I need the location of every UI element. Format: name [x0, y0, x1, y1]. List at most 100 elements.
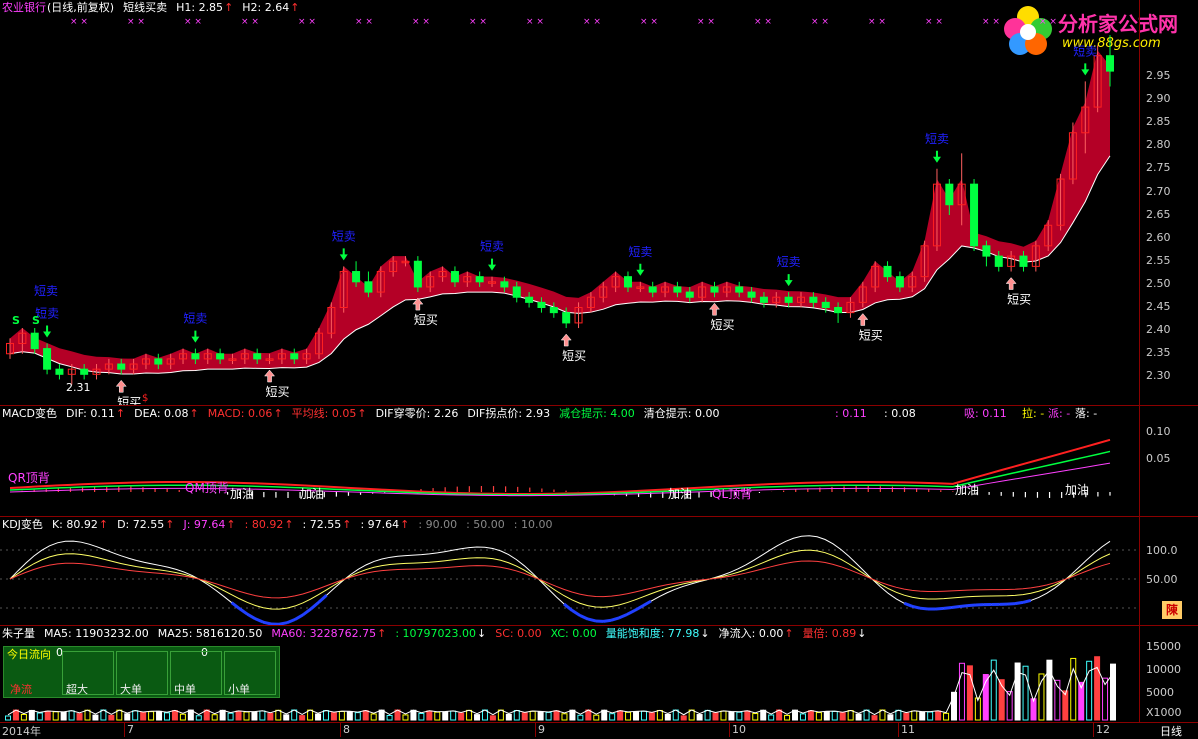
kdj-low-segment: [1023, 600, 1031, 602]
volume-bar: [411, 710, 416, 720]
candle-body: [835, 308, 842, 313]
volume-bar: [562, 714, 567, 720]
candle-body: [476, 277, 483, 282]
top-marker: × ×: [583, 17, 601, 27]
sell-signal-label: 短卖: [34, 282, 58, 299]
sell-signal-label: 短卖: [480, 240, 504, 254]
macd-name[interactable]: MACD变色: [2, 407, 57, 420]
macd-tick: 0.05: [1146, 452, 1171, 465]
macd-annotation: 加油: [230, 487, 254, 501]
date-label: 10: [732, 723, 746, 736]
volume-bar: [888, 715, 893, 720]
kdj-low-segment: [936, 608, 944, 609]
vol-ma60: MA60: 3228762.75: [271, 627, 376, 640]
volume-bar: [808, 711, 813, 720]
price-tick: 2.85: [1146, 115, 1171, 128]
candle-body: [896, 277, 903, 287]
trend-band: [10, 51, 1110, 374]
sell-s-marker: S: [12, 314, 20, 327]
volume-bar: [268, 713, 273, 720]
kdj-j-line: [10, 536, 1110, 625]
volume-bar: [713, 713, 718, 720]
macd-pai: 派: -: [1048, 407, 1070, 421]
kdj-header: KDJ变色K: 80.92↑D: 72.55↑J: 97.64↑: 80.92↑…: [2, 518, 562, 532]
buy-signal-label: 短买: [266, 385, 290, 399]
up-arrow-icon: ↑: [116, 407, 125, 420]
panel-divider: [0, 625, 1198, 626]
volume-bar: [29, 710, 34, 720]
candle-body: [649, 287, 656, 292]
volume-bar: [475, 715, 480, 720]
flow-label-net: 净流: [10, 681, 32, 697]
kdj-low-segment: [239, 609, 247, 615]
kdj-low-segment: [295, 615, 303, 620]
top-marker: × ×: [754, 17, 772, 27]
top-marker: × ×: [412, 17, 430, 27]
kdj-badge[interactable]: 陳: [1162, 601, 1182, 619]
down-arrow-icon: ↓: [700, 627, 709, 640]
volume-bar: [316, 714, 321, 720]
kdj-v4: : 90.00: [418, 518, 457, 531]
period-label[interactable]: 日线: [1160, 723, 1182, 739]
candle-body: [1107, 56, 1114, 71]
candle-body: [995, 256, 1002, 266]
macd-axis: 0.100.05: [1139, 406, 1198, 516]
candle-body: [1020, 256, 1027, 266]
volume-bar: [546, 712, 551, 720]
volume-bar: [936, 711, 941, 720]
buy-signal-label: 短买: [414, 313, 438, 327]
volume-bar: [93, 715, 98, 720]
macd-header: MACD变色DIF: 0.11↑DEA: 0.08↑MACD: 0.06↑平均线…: [2, 407, 728, 421]
volume-bar: [387, 716, 392, 720]
sell-arrow-icon: [1081, 63, 1089, 75]
kdj-k: K: 80.92: [52, 518, 98, 531]
volume-bar: [991, 660, 996, 720]
price-chart[interactable]: 短卖短买短卖短买短卖短买短卖短买短卖短买短卖短买短卖短买短卖× ×× ×× ××…: [0, 0, 1140, 405]
volume-bar: [769, 715, 774, 720]
vol-xc: XC: 0.00: [551, 627, 597, 640]
kdj-chart[interactable]: [0, 532, 1140, 625]
volume-bar: [602, 710, 607, 720]
volume-unit: X1000: [1146, 706, 1182, 719]
kdj-v1: : 80.92: [245, 518, 284, 531]
volume-bar: [61, 712, 66, 720]
candle-body: [353, 272, 360, 282]
candle-body: [946, 184, 953, 205]
volume-bar: [832, 711, 837, 720]
volume-bar: [284, 715, 289, 720]
volume-header: 朱子量MA5: 11903232.00MA25: 5816120.50MA60:…: [2, 627, 875, 641]
price-tick: 2.45: [1146, 300, 1171, 313]
date-axis: 2014年 7 8 9 10 11 12 日线: [0, 722, 1198, 737]
kdj-name[interactable]: KDJ变色: [2, 518, 43, 531]
macd-dif-turn: DIF拐点价: 2.93: [467, 407, 550, 420]
vol-ma5: MA5: 11903232.00: [44, 627, 149, 640]
price-axis: 2.952.902.852.802.752.702.652.602.552.50…: [1139, 0, 1198, 405]
volume-bar: [848, 711, 853, 720]
kdj-low-segment: [912, 606, 920, 608]
volume-bar: [729, 712, 734, 720]
volume-bar: [1015, 663, 1020, 720]
candle-body: [760, 297, 767, 302]
top-marker: × ×: [127, 17, 145, 27]
kdj-low-segment: [944, 608, 952, 609]
macd-xi: 吸: 0.11: [964, 407, 1007, 421]
kdj-low-segment: [580, 615, 588, 619]
sell-arrow-icon: [488, 259, 496, 271]
flow-label-small: 小单: [228, 681, 250, 697]
money-flow-box[interactable]: 今日流向 0 0 净流 超大 大单 中单 小单: [3, 646, 280, 698]
macd-chart[interactable]: QR顶背QM顶背加油加油加油QL顶背加油加油: [0, 420, 1140, 516]
candle-body: [56, 369, 63, 374]
volume-bar: [944, 713, 949, 720]
candle-body: [501, 282, 508, 287]
volume-bar: [816, 713, 821, 720]
volume-bar: [180, 714, 185, 720]
volume-tick: 5000: [1146, 686, 1174, 699]
volume-bar: [578, 715, 583, 720]
date-label: 12: [1096, 723, 1110, 736]
volume-name[interactable]: 朱子量: [2, 627, 35, 640]
kdj-low-segment: [968, 605, 976, 606]
kdj-low-segment: [904, 603, 912, 606]
kdj-low-segment: [619, 614, 627, 617]
volume-bar: [745, 711, 750, 720]
volume-bar: [920, 712, 925, 720]
